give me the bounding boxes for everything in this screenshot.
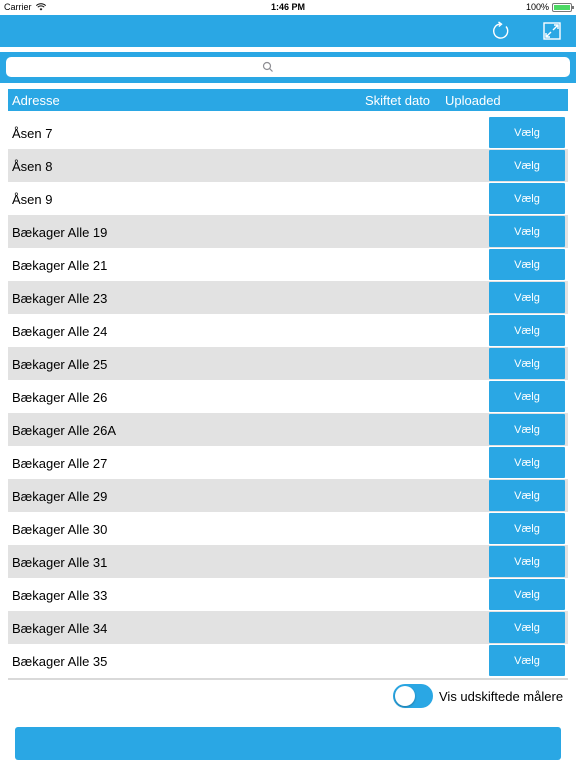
row-address: Åsen 8 — [12, 159, 53, 174]
select-button[interactable]: Vælg — [489, 315, 565, 346]
status-time: 1:46 PM — [270, 2, 305, 12]
table-row: Bækager Alle 35 Vælg — [8, 644, 568, 677]
table-row: Bækager Alle 34 Vælg — [8, 611, 568, 644]
row-address: Åsen 7 — [12, 126, 53, 141]
show-replaced-toggle[interactable] — [393, 684, 433, 708]
refresh-button[interactable] — [491, 21, 511, 41]
select-button[interactable]: Vælg — [489, 381, 565, 412]
table-row: Bækager Alle 30 Vælg — [8, 512, 568, 545]
list-divider — [8, 678, 568, 680]
row-address: Bækager Alle 31 — [12, 555, 108, 570]
table-row: Bækager Alle 19 Vælg — [8, 215, 568, 248]
table-row: Bækager Alle 23 Vælg — [8, 281, 568, 314]
table-row: Bækager Alle 27 Vælg — [8, 446, 568, 479]
header-uploaded: Uploaded — [445, 93, 501, 108]
table-row: Bækager Alle 33 Vælg — [8, 578, 568, 611]
select-button[interactable]: Vælg — [489, 612, 565, 643]
select-button[interactable]: Vælg — [489, 513, 565, 544]
row-address: Bækager Alle 19 — [12, 225, 108, 240]
select-button[interactable]: Vælg — [489, 249, 565, 280]
battery-icon — [552, 2, 574, 12]
row-address: Bækager Alle 30 — [12, 522, 108, 537]
select-button[interactable]: Vælg — [489, 447, 565, 478]
row-address: Bækager Alle 21 — [12, 258, 108, 273]
row-address: Bækager Alle 23 — [12, 291, 108, 306]
show-replaced-toggle-row: Vis udskiftede målere — [393, 684, 563, 708]
search-icon — [262, 61, 273, 72]
row-address: Åsen 9 — [12, 192, 53, 207]
table-header: Adresse Skiftet dato Uploaded — [8, 89, 568, 111]
header-address: Adresse — [12, 93, 60, 108]
select-button[interactable]: Vælg — [489, 480, 565, 511]
row-address: Bækager Alle 33 — [12, 588, 108, 603]
select-button[interactable]: Vælg — [489, 282, 565, 313]
table-row: Åsen 8 Vælg — [8, 149, 568, 182]
header-changed-date: Skiftet dato — [365, 93, 431, 108]
row-address: Bækager Alle 26 — [12, 390, 108, 405]
search-bar — [0, 52, 576, 83]
table-row: Bækager Alle 26 Vælg — [8, 380, 568, 413]
expand-button[interactable] — [542, 21, 562, 41]
search-input[interactable] — [6, 57, 574, 79]
row-address: Bækager Alle 26A — [12, 423, 117, 438]
row-address: Bækager Alle 34 — [12, 621, 108, 636]
toggle-knob — [395, 686, 415, 706]
table-row: Bækager Alle 21 Vælg — [8, 248, 568, 281]
row-address: Bækager Alle 27 — [12, 456, 108, 471]
table-row: Bækager Alle 29 Vælg — [8, 479, 568, 512]
table-row: Bækager Alle 31 Vælg — [8, 545, 568, 578]
bottom-action-button[interactable] — [15, 727, 561, 760]
select-button[interactable]: Vælg — [489, 183, 565, 214]
expand-icon — [543, 22, 561, 40]
nav-bar — [0, 15, 576, 47]
row-address: Bækager Alle 35 — [12, 654, 108, 669]
table-row: Åsen 9 Vælg — [8, 182, 568, 215]
table-row: Bækager Alle 24 Vælg — [8, 314, 568, 347]
table-row: Bækager Alle 26A Vælg — [8, 413, 568, 446]
select-button[interactable]: Vælg — [489, 150, 565, 181]
table-row: Åsen 7 Vælg — [8, 116, 568, 149]
refresh-icon — [493, 21, 509, 39]
select-button[interactable]: Vælg — [489, 546, 565, 577]
select-button[interactable]: Vælg — [489, 579, 565, 610]
show-replaced-label: Vis udskiftede målere — [439, 688, 564, 704]
address-list[interactable]: Åsen 7 Vælg Åsen 8 Vælg Åsen 9 Vælg Bækager Al… — [8, 116, 568, 679]
search-field[interactable] — [6, 57, 574, 79]
row-address: Bækager Alle 24 — [12, 324, 108, 339]
select-button[interactable]: Vælg — [489, 348, 565, 379]
row-address: Bækager Alle 25 — [12, 357, 108, 372]
table-row: Bækager Alle 25 Vælg — [8, 347, 568, 380]
select-button[interactable]: Vælg — [489, 117, 565, 148]
select-button[interactable]: Vælg — [489, 645, 565, 676]
select-button[interactable]: Vælg — [489, 414, 565, 445]
status-bar: Carrier 1:46 PM 100% — [0, 0, 576, 15]
battery-percent: 100% — [525, 2, 549, 12]
row-address: Bækager Alle 29 — [12, 489, 108, 504]
select-button[interactable]: Vælg — [489, 216, 565, 247]
